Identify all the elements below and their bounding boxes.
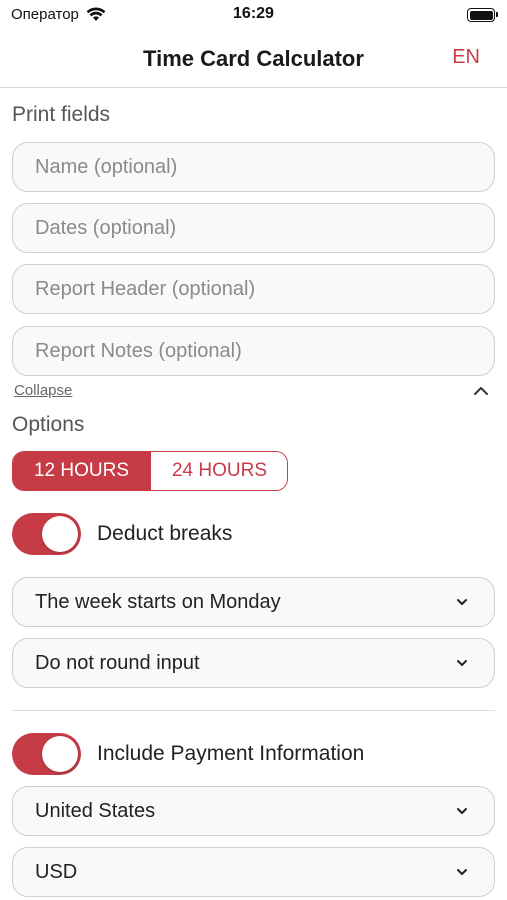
dates-input[interactable] (12, 203, 495, 253)
deduct-breaks-label: Deduct breaks (97, 522, 233, 545)
segment-12-hours[interactable]: 12 HOURS (13, 452, 150, 490)
toggle-knob (42, 736, 78, 772)
page-title: Time Card Calculator (143, 46, 364, 71)
toggle-knob (42, 516, 78, 552)
segment-24-hours[interactable]: 24 HOURS (150, 452, 287, 490)
chevron-down-icon (457, 869, 467, 875)
chevron-down-icon (457, 660, 467, 666)
deduct-breaks-toggle[interactable] (12, 513, 81, 555)
chevron-down-icon (457, 808, 467, 814)
country-select[interactable]: United States (12, 786, 495, 836)
include-payment-toggle[interactable] (12, 733, 81, 775)
hour-format-segmented-control: 12 HOURS 24 HOURS (12, 451, 288, 491)
language-button[interactable]: EN (452, 46, 480, 69)
battery-icon (467, 8, 498, 22)
rounding-select[interactable]: Do not round input (12, 638, 495, 688)
name-input[interactable] (12, 142, 495, 192)
divider (12, 710, 495, 711)
report-notes-input[interactable] (12, 326, 495, 376)
print-fields-heading: Print fields (12, 103, 111, 126)
include-payment-label: Include Payment Information (97, 742, 365, 765)
currency-value: USD (35, 861, 78, 883)
status-time: 16:29 (233, 5, 274, 22)
week-start-select[interactable]: The week starts on Monday (12, 577, 495, 627)
chevron-up-icon[interactable] (471, 381, 491, 401)
country-value: United States (35, 800, 156, 822)
navigation-bar: Time Card Calculator EN (0, 30, 507, 88)
rounding-value: Do not round input (35, 652, 200, 674)
currency-select[interactable]: USD (12, 847, 495, 897)
chevron-down-icon (457, 599, 467, 605)
report-header-input[interactable] (12, 264, 495, 314)
options-heading: Options (12, 413, 85, 436)
status-bar: Оператор 16:29 (0, 0, 507, 30)
collapse-link[interactable]: Collapse (14, 382, 72, 399)
week-start-value: The week starts on Monday (35, 591, 281, 613)
